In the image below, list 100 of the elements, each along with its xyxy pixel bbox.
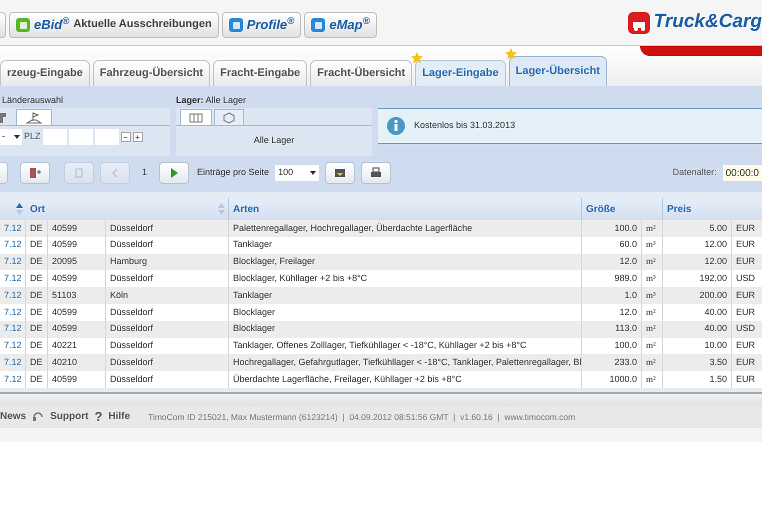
door-icon — [29, 167, 41, 179]
per-page-select[interactable]: 100 — [275, 165, 320, 181]
tab[interactable]: Lager-Übersicht — [508, 56, 607, 86]
tab[interactable] — [180, 109, 212, 125]
table-cell-text: m³ — [646, 288, 656, 302]
table-cell-text: m³ — [646, 272, 656, 286]
print-button[interactable] — [361, 162, 392, 184]
sort-icon[interactable] — [16, 203, 23, 215]
table-cell-text: 40599 — [52, 272, 78, 286]
add-entry-button[interactable] — [20, 162, 50, 184]
previous-icon — [112, 168, 118, 178]
table-cell-text: m³ — [646, 238, 656, 252]
column-header[interactable]: Arten — [233, 202, 260, 216]
table-row[interactable]: 7.12 DE 40221 Düsseldorf Tanklager, Offenes Zolllager, Tiefkühllager < -18°C, Kühllager +2 bis +8°C 100.0 m² 10.00 EUR — [0, 338, 762, 354]
table-cell-text: Blocklager — [233, 322, 276, 336]
table-cell-text: EUR — [736, 238, 756, 252]
flag-icon — [26, 112, 42, 124]
table-cell-text: m² — [646, 222, 656, 235]
table-cell-text: Überdachte Lagerfläche, Freilager, Kühllager +2 bis +8°C — [233, 372, 462, 386]
table-cell-text: EUR — [736, 356, 756, 370]
plz-field[interactable] — [68, 129, 93, 145]
table-cell-text: Tanklager — [233, 238, 272, 252]
table-cell-text: 12.00 — [704, 238, 727, 252]
app-icon — [16, 18, 30, 32]
tab[interactable]: Lager-Eingabe — [415, 60, 506, 86]
country-select[interactable]: - — [0, 129, 22, 145]
help-link[interactable]: Hilfe — [108, 409, 130, 424]
next-icon — [170, 168, 178, 178]
table-cell-text: 40.00 — [704, 322, 727, 336]
lager-value: Alle Lager — [254, 134, 294, 148]
table-cell-text: 3.50 — [709, 356, 727, 370]
table-cell-text: Düsseldorf — [110, 322, 154, 336]
table-row[interactable]: 7.12 DE 20095 Hamburg Blocklager, Freilager 12.0 m² 12.00 EUR — [0, 254, 762, 270]
table-cell-text: DE — [30, 372, 43, 386]
table-row[interactable]: 7.12 DE 40599 Düsseldorf Tanklager 60.0 m³ 12.00 EUR — [0, 236, 762, 254]
section-label: Länderauswahl — [1, 94, 64, 107]
table-cell-text: Palettenregallager, Hochregallager, Überdachte Lagerfläche — [233, 222, 472, 235]
table-cell-text: 40599 — [52, 322, 78, 336]
tray-icon — [334, 167, 346, 179]
table-row[interactable]: 7.12 DE 40599 Düsseldorf Blocklager 12.0 m² 40.00 EUR — [0, 304, 762, 321]
table-cell-text: DE — [30, 322, 43, 336]
plz-field[interactable] — [42, 129, 67, 145]
first-page-icon — [75, 168, 83, 178]
table-cell-text: 100.0 — [614, 339, 637, 352]
table-row[interactable]: 7.12 DE 40599 Düsseldorf Palettenregallager, Hochregallager, Überdachte Lagerfläche 100.0 m² 5.00 EUR — [0, 220, 762, 237]
info-text: Kostenlos bis 31.03.2013 — [414, 119, 516, 132]
column-header[interactable]: Ort — [30, 202, 45, 216]
table-row[interactable]: 7.12 DE 40599 Düsseldorf Überdachte Lagerfläche, Freilager, Kühllager +2 bis +8°C 1000.0 m² 1.50 EUR — [0, 371, 762, 388]
tab[interactable]: Fracht-Übersicht — [310, 60, 412, 86]
export-button[interactable] — [325, 162, 356, 184]
table-cell-text: 7.12 — [4, 255, 22, 268]
toolbar-button[interactable] — [0, 12, 6, 38]
table-cell-text: 20095 — [52, 255, 78, 268]
table-cell-text: m² — [646, 306, 656, 319]
table-cell-text: m² — [646, 372, 656, 386]
table-cell-text: 60.0 — [619, 238, 637, 252]
table-cell-text: 7.12 — [4, 356, 22, 370]
table-cell-text: 5.00 — [709, 222, 727, 235]
table-cell-text: EUR — [736, 339, 756, 352]
news-link[interactable]: News — [0, 409, 26, 424]
table-cell-text: 7.12 — [4, 272, 22, 286]
add-button[interactable]: + — [132, 132, 143, 142]
support-link[interactable]: Support — [50, 409, 88, 424]
table-cell-text: DE — [30, 356, 43, 370]
table-cell-text: Blocklager, Freilager — [233, 255, 316, 268]
tab[interactable]: rzeug-Eingabe — [0, 60, 90, 86]
column-header[interactable]: Größe — [586, 202, 616, 216]
table-row[interactable]: 7.12 DE 40210 Düsseldorf Hochregallager, Gefahrgutlager, Tiefkühllager < -18°C, Tanklager, Palettenregallager, Bl 233.0 m² 3.50 EUR — [0, 354, 762, 372]
table-cell-text: 1.0 — [624, 288, 637, 302]
table-cell-text: 40221 — [52, 339, 78, 352]
table-cell-text: Düsseldorf — [110, 356, 154, 370]
tab[interactable] — [214, 109, 244, 125]
table-cell-text: DE — [30, 272, 43, 286]
table-cell-text: 113.0 — [615, 322, 637, 336]
printer-icon — [370, 167, 382, 179]
tab[interactable] — [16, 109, 52, 125]
table-row[interactable]: 7.12 DE 51103 Köln Tanklager 1.0 m³ 200.00 EUR — [0, 287, 762, 304]
table-cell-text: 989.0 — [614, 272, 637, 286]
table-cell-text: 40.00 — [704, 306, 727, 319]
table-cell-text: EUR — [736, 222, 756, 235]
tab[interactable]: Fracht-Eingabe — [213, 60, 308, 86]
table-cell-text: 12.0 — [619, 306, 637, 319]
table-cell-text: Hochregallager, Gefahrgutlager, Tiefkühllager < -18°C, Tanklager, Palettenregallager, Bl — [233, 356, 581, 370]
emap-button[interactable]: eMap$^{®}$ — [304, 12, 377, 38]
remove-button[interactable]: − — [120, 132, 131, 142]
next-page-button[interactable] — [159, 162, 190, 184]
table-cell-text: 40599 — [52, 306, 78, 319]
table-row[interactable]: 7.12 DE 40599 Düsseldorf Blocklager 113.0 m² 40.00 USD — [0, 320, 762, 338]
profile-button[interactable]: Profile$^{®}$ — [222, 12, 302, 38]
tab[interactable]: Fahrzeug-Übersicht — [92, 60, 210, 86]
table-row[interactable]: 7.12 DE 40599 Düsseldorf Blocklager, Kühllager +2 bis +8°C 989.0 m³ 192.00 USD — [0, 270, 762, 288]
plz-field[interactable] — [94, 129, 119, 145]
table-cell-text: 1.50 — [709, 372, 727, 386]
table-cell-text: DE — [30, 306, 43, 319]
column-header[interactable]: Preis — [667, 202, 692, 216]
table-cell-text: Hamburg — [110, 255, 148, 268]
ebid-button[interactable]: eBid$^{®}$ Aktuelle Ausschreibungen — [9, 12, 219, 38]
table-cell-text: DE — [30, 339, 43, 352]
table-cell-text: 10.00 — [704, 339, 727, 352]
table-cell-text: Tanklager — [233, 288, 272, 302]
